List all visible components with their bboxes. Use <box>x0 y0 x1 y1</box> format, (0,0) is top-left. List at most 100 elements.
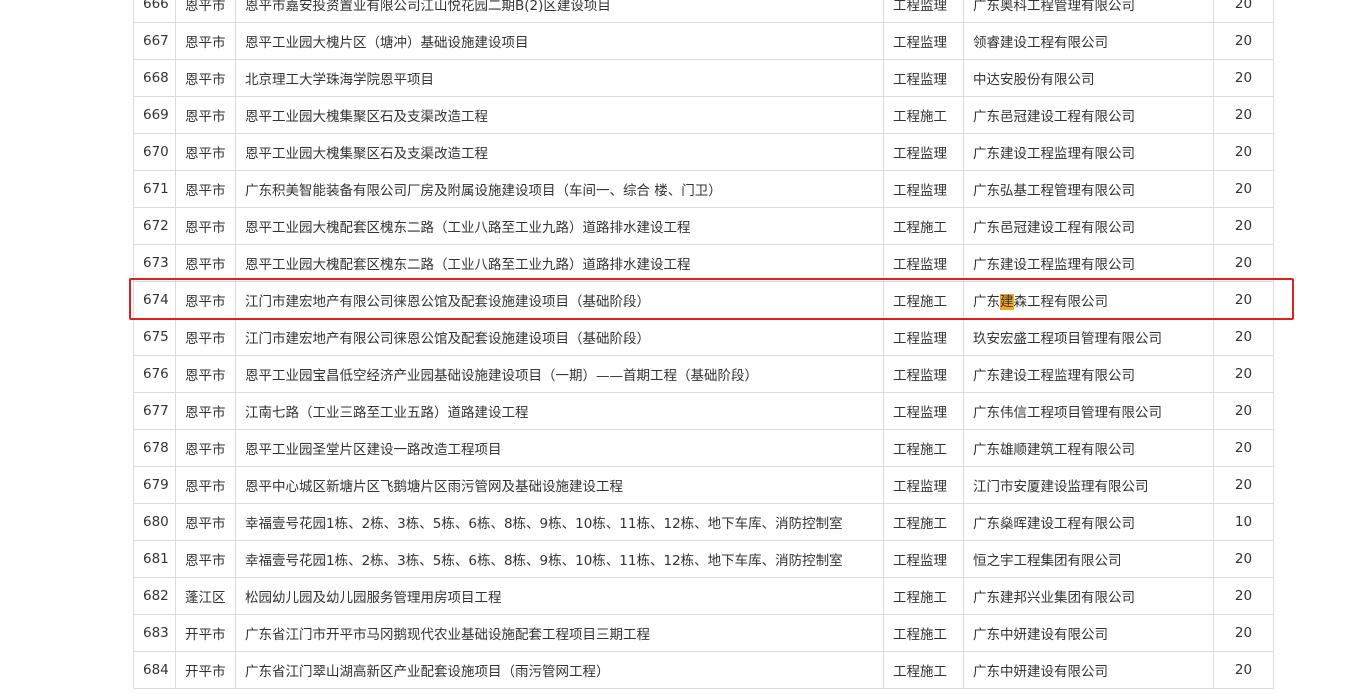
project-cell: 江南七路（工业三路至工业五路）道路建设工程 <box>235 392 884 430</box>
project-cell: 恩平工业园圣堂片区建设一路改造工程项目 <box>235 429 884 467</box>
table-row: 670 恩平市 恩平工业园大槐集聚区石及支渠改造工程 工程监理 广东建设工程监理… <box>133 133 1274 171</box>
score-cell: 10 <box>1213 503 1274 541</box>
project-cell: 北京理工大学珠海学院恩平项目 <box>235 59 884 97</box>
row-number: 680 <box>133 503 176 541</box>
type-cell: 工程监理 <box>883 392 964 430</box>
row-number: 675 <box>133 318 176 356</box>
company-cell: 广东雄顺建筑工程有限公司 <box>963 429 1214 467</box>
table-row: 676 恩平市 恩平工业园宝昌低空经济产业园基础设施建设项目（一期）——首期工程… <box>133 355 1274 393</box>
project-cell: 恩平工业园大槐集聚区石及支渠改造工程 <box>235 96 884 134</box>
row-number: 681 <box>133 540 176 578</box>
results-table: 666 恩平市 恩平市嘉安投资置业有限公司江山悦花园二期B(2)区建设项目 工程… <box>133 0 1274 689</box>
type-cell: 工程施工 <box>883 207 964 245</box>
company-cell: 领睿建设工程有限公司 <box>963 22 1214 60</box>
row-number: 676 <box>133 355 176 393</box>
table-row: 675 恩平市 江门市建宏地产有限公司徕恩公馆及配套设施建设项目（基础阶段） 工… <box>133 318 1274 356</box>
score-cell: 20 <box>1213 466 1274 504</box>
project-cell: 松园幼儿园及幼儿园服务管理用房项目工程 <box>235 577 884 615</box>
region-cell: 恩平市 <box>175 392 236 430</box>
row-number: 669 <box>133 96 176 134</box>
project-cell: 恩平工业园宝昌低空经济产业园基础设施建设项目（一期）——首期工程（基础阶段） <box>235 355 884 393</box>
search-match-highlight: 建 <box>1000 294 1014 310</box>
company-cell: 广东建设工程监理有限公司 <box>963 355 1214 393</box>
region-cell: 恩平市 <box>175 429 236 467</box>
type-cell: 工程监理 <box>883 244 964 282</box>
table-row: 668 恩平市 北京理工大学珠海学院恩平项目 工程监理 中达安股份有限公司 20 <box>133 59 1274 97</box>
region-cell: 恩平市 <box>175 22 236 60</box>
company-cell: 广东奥科工程管理有限公司 <box>963 0 1214 23</box>
row-number: 671 <box>133 170 176 208</box>
company-cell: 江门市安厦建设监理有限公司 <box>963 466 1214 504</box>
company-cell: 广东燊晖建设工程有限公司 <box>963 503 1214 541</box>
row-number: 672 <box>133 207 176 245</box>
company-cell: 广东建邦兴业集团有限公司 <box>963 577 1214 615</box>
type-cell: 工程监理 <box>883 170 964 208</box>
region-cell: 恩平市 <box>175 281 236 319</box>
project-cell: 广东省江门翠山湖高新区产业配套设施项目（雨污管网工程） <box>235 651 884 689</box>
region-cell: 恩平市 <box>175 133 236 171</box>
project-cell: 恩平工业园大槐配套区槐东二路（工业八路至工业九路）道路排水建设工程 <box>235 244 884 282</box>
project-cell: 恩平中心城区新塘片区飞鹅塘片区雨污管网及基础设施建设工程 <box>235 466 884 504</box>
score-cell: 20 <box>1213 170 1274 208</box>
type-cell: 工程施工 <box>883 96 964 134</box>
project-cell: 恩平工业园大槐集聚区石及支渠改造工程 <box>235 133 884 171</box>
region-cell: 恩平市 <box>175 96 236 134</box>
row-number: 674 <box>133 281 176 319</box>
company-cell: 广东中妍建设有限公司 <box>963 651 1214 689</box>
region-cell: 恩平市 <box>175 503 236 541</box>
project-cell: 广东积美智能装备有限公司厂房及附属设施建设项目（车间一、综合 楼、门卫） <box>235 170 884 208</box>
table-row: 682 蓬江区 松园幼儿园及幼儿园服务管理用房项目工程 工程施工 广东建邦兴业集… <box>133 577 1274 615</box>
region-cell: 恩平市 <box>175 540 236 578</box>
table-row: 679 恩平市 恩平中心城区新塘片区飞鹅塘片区雨污管网及基础设施建设工程 工程监… <box>133 466 1274 504</box>
region-cell: 恩平市 <box>175 59 236 97</box>
type-cell: 工程监理 <box>883 318 964 356</box>
company-cell: 广东邑冠建设工程有限公司 <box>963 96 1214 134</box>
type-cell: 工程监理 <box>883 466 964 504</box>
company-suffix: 森工程有限公司 <box>1013 294 1109 310</box>
score-cell: 20 <box>1213 577 1274 615</box>
type-cell: 工程监理 <box>883 0 964 23</box>
score-cell: 20 <box>1213 207 1274 245</box>
company-cell: 广东弘基工程管理有限公司 <box>963 170 1214 208</box>
table-row: 684 开平市 广东省江门翠山湖高新区产业配套设施项目（雨污管网工程） 工程施工… <box>133 651 1274 689</box>
region-cell: 恩平市 <box>175 207 236 245</box>
table-row: 681 恩平市 幸福壹号花园1栋、2栋、3栋、5栋、6栋、8栋、9栋、10栋、1… <box>133 540 1274 578</box>
row-number: 668 <box>133 59 176 97</box>
score-cell: 20 <box>1213 59 1274 97</box>
type-cell: 工程施工 <box>883 281 964 319</box>
project-cell: 江门市建宏地产有限公司徕恩公馆及配套设施建设项目（基础阶段） <box>235 318 884 356</box>
score-cell: 20 <box>1213 355 1274 393</box>
type-cell: 工程监理 <box>883 133 964 171</box>
type-cell: 工程监理 <box>883 540 964 578</box>
row-number: 677 <box>133 392 176 430</box>
score-cell: 20 <box>1213 96 1274 134</box>
company-cell: 广东伟信工程项目管理有限公司 <box>963 392 1214 430</box>
row-number: 666 <box>133 0 176 23</box>
table-row-highlighted: 674 恩平市 江门市建宏地产有限公司徕恩公馆及配套设施建设项目（基础阶段） 工… <box>133 281 1274 319</box>
company-cell: 广东中妍建设有限公司 <box>963 614 1214 652</box>
region-cell: 恩平市 <box>175 466 236 504</box>
region-cell: 蓬江区 <box>175 577 236 615</box>
company-cell: 中达安股份有限公司 <box>963 59 1214 97</box>
project-cell: 江门市建宏地产有限公司徕恩公馆及配套设施建设项目（基础阶段） <box>235 281 884 319</box>
company-cell: 广东邑冠建设工程有限公司 <box>963 207 1214 245</box>
project-cell: 恩平市嘉安投资置业有限公司江山悦花园二期B(2)区建设项目 <box>235 0 884 23</box>
row-number: 682 <box>133 577 176 615</box>
type-cell: 工程施工 <box>883 651 964 689</box>
score-cell: 20 <box>1213 281 1274 319</box>
company-prefix: 广东 <box>973 294 1000 310</box>
type-cell: 工程施工 <box>883 577 964 615</box>
table-row: 683 开平市 广东省江门市开平市马冈鹅现代农业基础设施配套工程项目三期工程 工… <box>133 614 1274 652</box>
project-cell: 幸福壹号花园1栋、2栋、3栋、5栋、6栋、8栋、9栋、10栋、11栋、12栋、地… <box>235 503 884 541</box>
region-cell: 开平市 <box>175 651 236 689</box>
company-cell: 广东建设工程监理有限公司 <box>963 133 1214 171</box>
row-number: 673 <box>133 244 176 282</box>
score-cell: 20 <box>1213 22 1274 60</box>
score-cell: 20 <box>1213 540 1274 578</box>
table-row: 678 恩平市 恩平工业园圣堂片区建设一路改造工程项目 工程施工 广东雄顺建筑工… <box>133 429 1274 467</box>
table-row: 667 恩平市 恩平工业园大槐片区（塘冲）基础设施建设项目 工程监理 领睿建设工… <box>133 22 1274 60</box>
project-cell: 恩平工业园大槐配套区槐东二路（工业八路至工业九路）道路排水建设工程 <box>235 207 884 245</box>
table-row: 677 恩平市 江南七路（工业三路至工业五路）道路建设工程 工程监理 广东伟信工… <box>133 392 1274 430</box>
row-number: 684 <box>133 651 176 689</box>
region-cell: 恩平市 <box>175 0 236 23</box>
